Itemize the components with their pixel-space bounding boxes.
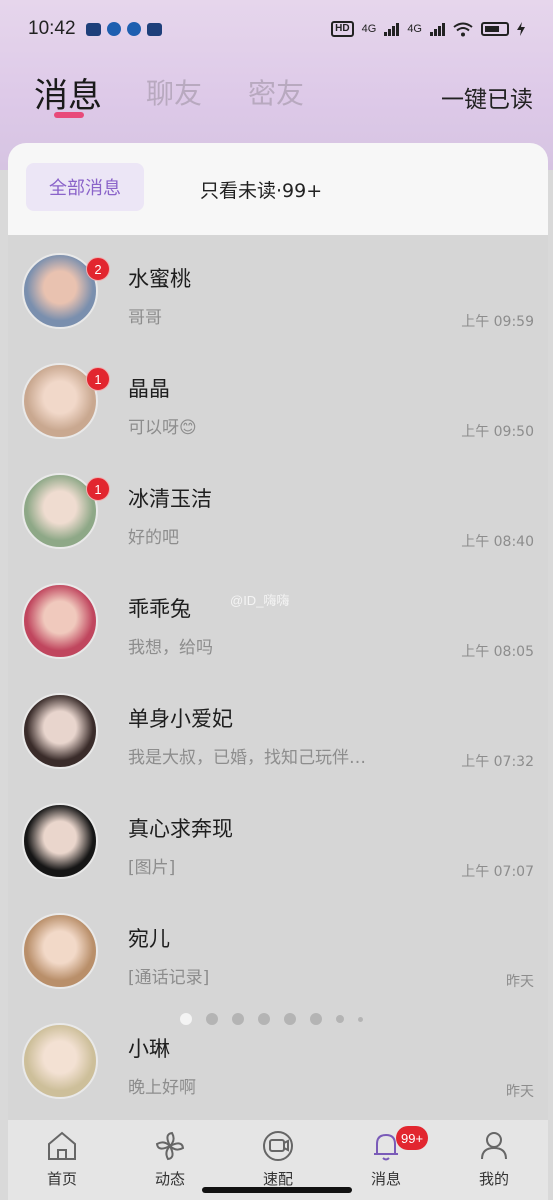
unread-badge: 1	[86, 367, 110, 391]
wifi-icon	[453, 22, 473, 36]
avatar[interactable]	[22, 803, 98, 879]
nav-home-label: 首页	[46, 1170, 77, 1188]
mark-all-read-button[interactable]: 一键已读	[441, 80, 533, 114]
page-dot	[336, 1015, 344, 1023]
message-preview: [图片]	[128, 858, 176, 878]
page-dot	[180, 1013, 192, 1025]
user-icon	[481, 1132, 507, 1160]
home-indicator	[202, 1187, 352, 1193]
page-dot	[206, 1013, 218, 1025]
conversation-row[interactable]: 1 晶晶可以呀😊 上午 09:50	[8, 345, 548, 455]
nav-messages-badge: 99+	[396, 1126, 429, 1150]
avatar[interactable]	[22, 583, 98, 659]
pinwheel-icon	[155, 1131, 185, 1161]
chat-app-icon	[85, 22, 101, 36]
message-time: 上午 08:40	[461, 534, 534, 550]
tab-messages[interactable]: 消息	[34, 68, 102, 117]
contact-name: 冰清玉洁	[128, 487, 212, 511]
page-dot	[232, 1013, 244, 1025]
network-label-2: 4G	[407, 23, 422, 35]
video-match-icon	[263, 1131, 293, 1161]
avatar[interactable]	[22, 913, 98, 989]
message-time: 上午 07:32	[461, 754, 534, 770]
contact-name: 小琳	[128, 1037, 170, 1061]
message-preview: 我是大叔，已婚，找知己玩伴…	[128, 748, 366, 768]
nav-feed-label: 动态	[154, 1170, 185, 1188]
filter-all-messages[interactable]: 全部消息	[26, 163, 144, 211]
nav-profile[interactable]: 我的	[440, 1120, 548, 1200]
unread-badge: 1	[86, 477, 110, 501]
filter-bar: 全部消息 只看未读·99+	[8, 143, 548, 235]
nav-profile-label: 我的	[478, 1170, 509, 1188]
message-preview: 哥哥	[128, 308, 162, 328]
message-preview: 可以呀😊	[128, 418, 197, 438]
contact-name: 水蜜桃	[128, 267, 191, 291]
app-notification-icon	[146, 22, 162, 36]
conversation-row[interactable]: 1 冰清玉洁好的吧 上午 08:40	[8, 455, 548, 565]
contact-name: 单身小爱妃	[128, 707, 233, 731]
conversation-list[interactable]: 2 水蜜桃 哥哥 上午 09:59 1 晶晶 可以呀😊 上午 09:50 1 冰清玉洁 好的吧 上午 …	[8, 235, 548, 1120]
status-time: 10:42	[28, 18, 76, 39]
unread-badge: 2	[86, 257, 110, 281]
notification-icons	[85, 22, 162, 36]
home-icon	[48, 1131, 76, 1160]
header: 消息 聊友 密友 一键已读	[0, 62, 553, 132]
contact-name: 宛儿	[128, 927, 170, 951]
assistant-app-icon	[106, 22, 121, 36]
message-time: 昨天	[506, 1084, 534, 1100]
nav-home[interactable]: 首页	[8, 1120, 116, 1200]
contact-name: 乖乖兔	[128, 597, 191, 621]
tab-close-friends[interactable]: 密友	[248, 72, 304, 112]
contact-name: 真心求奔现	[128, 817, 233, 841]
conversation-row[interactable]: 真心求奔现 [图片] 上午 07:07	[8, 785, 548, 895]
conversation-row[interactable]: 宛儿 [通话记录] 昨天	[8, 895, 548, 1005]
message-time: 昨天	[506, 974, 534, 990]
status-bar: 10:42 HD 4G 4G	[0, 0, 553, 58]
message-preview: 晚上好啊	[128, 1078, 196, 1098]
charging-icon	[517, 22, 525, 36]
nav-match-label: 速配	[262, 1170, 293, 1188]
watermark: @ID_嗨嗨	[230, 593, 290, 608]
message-app-icon	[126, 22, 141, 36]
contact-name: 晶晶	[128, 377, 170, 401]
message-preview: [通话记录]	[128, 968, 210, 988]
battery-icon	[481, 22, 509, 36]
page-dot	[284, 1013, 296, 1025]
signal-icon	[384, 22, 400, 36]
message-preview: 好的吧	[128, 528, 179, 548]
signal-icon	[430, 22, 445, 36]
page-dot	[258, 1013, 270, 1025]
message-time: 上午 07:07	[461, 864, 534, 880]
tab-chat-friends[interactable]: 聊友	[146, 72, 202, 112]
network-label-1: 4G	[361, 23, 377, 35]
page-indicator	[180, 1013, 363, 1025]
conversation-row[interactable]: 单身小爱妃我是大叔，已婚，找知己玩伴… 上午 07:32	[8, 675, 548, 785]
conversation-row[interactable]: 2 水蜜桃哥哥 上午 09:59	[8, 235, 548, 345]
message-time: 上午 09:59	[461, 314, 534, 330]
message-preview: 我想，给吗	[128, 638, 213, 658]
message-time: 上午 09:50	[461, 424, 534, 440]
conversation-row[interactable]: 乖乖兔我想，给吗 上午 08:05	[8, 565, 548, 675]
system-icons: HD 4G 4G	[331, 21, 525, 37]
page-dot	[358, 1016, 363, 1022]
avatar[interactable]	[22, 1023, 98, 1099]
avatar[interactable]	[22, 693, 98, 769]
nav-messages-label: 消息	[370, 1170, 401, 1188]
active-tab-indicator	[54, 112, 84, 118]
filter-unread-only[interactable]: 只看未读·99+	[200, 176, 322, 203]
page-dot	[310, 1013, 322, 1025]
hd-icon: HD	[331, 21, 354, 37]
message-time: 上午 08:05	[461, 644, 534, 660]
